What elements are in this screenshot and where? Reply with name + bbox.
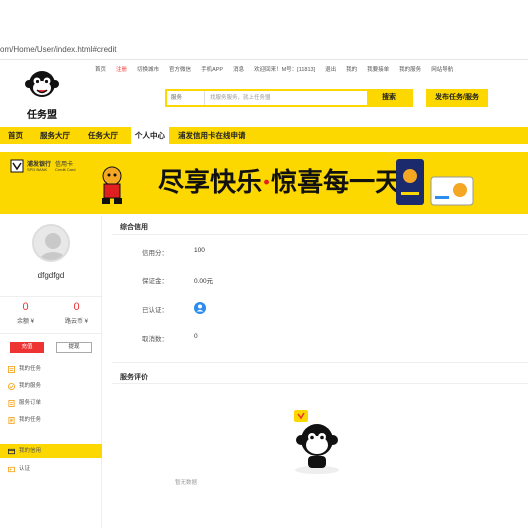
sidebar-item-label: 我的信用 [19,448,42,454]
balance-value: 0 [22,301,29,313]
slogan-dot: · [262,168,272,198]
search-bar: 服务 找服务服务，就上任务盟 搜索 [165,89,413,107]
user-sidebar: dfgdfgd 0 余额 ¥ 0 路云币 ¥ 充值 提现 我的任务 我的服务 服… [0,216,102,528]
coin-stat[interactable]: 0 路云币 ¥ [51,301,102,325]
topnav-city[interactable]: 切换城市 [132,63,164,77]
slogan-part-c: 惊喜每一天 [271,168,402,198]
person-verified-icon [196,304,204,312]
evaluation-section-title: 服务评价 [120,374,148,381]
document-icon [8,416,15,424]
cancel-count-label: 取消数： [142,336,168,343]
service-icon [8,382,15,390]
balance-label: 余额 ¥ [16,319,34,325]
sidebar-item-label: 我的任务 [19,366,42,372]
sidebar-item-my-tasks[interactable]: 我的任务 [8,363,98,375]
nav-service-hall[interactable]: 服务大厅 [40,127,70,144]
username: dfgdfgd [37,271,65,280]
search-category-select[interactable]: 服务 [167,91,205,105]
verified-badge-icon[interactable] [194,302,206,314]
withdraw-button[interactable]: 提现 [56,342,92,353]
credit-card-light-icon [430,176,474,206]
verified-label: 已认证： [142,307,168,314]
credit-icon [8,448,15,454]
sidebar-item-verify[interactable]: 认证 [8,463,98,475]
sidebar-item-my-tasks-2[interactable]: 我的任务 [8,414,98,426]
url-text[interactable]: om/Home/User/index.html#credit [0,45,116,54]
wallet-stats: 0 余额 ¥ 0 路云币 ¥ [0,296,102,334]
sidebar-item-label: 我的服务 [19,383,42,389]
main-nav: 首页 服务大厅 任务大厅 个人中心 浦发信用卡在线申请 [0,127,528,144]
card-sub: Credit Card [55,167,76,172]
credit-score-label: 信用分： [142,250,168,257]
topnav-welcome: 欢迎回来！M号：[11813] [254,67,316,73]
divider [112,234,528,235]
nav-credit-card-apply[interactable]: 浦发信用卡在线申请 [178,127,246,144]
sidebar-item-service-orders[interactable]: 服务订单 [8,397,98,409]
slogan-part-a: 尽享快乐 [158,168,263,198]
divider [112,362,528,363]
topnav-my-service[interactable]: 我的服务 [394,63,426,77]
coin-label: 路云币 ¥ [64,319,88,325]
tiger-mascot-icon [102,166,122,204]
topnav-logout[interactable]: 退出 [320,63,341,77]
topnav-wechat[interactable]: 官方微信 [164,63,196,77]
sidebar-item-label: 服务订单 [19,400,42,406]
empty-monkey-icon [294,410,339,474]
sidebar-item-label: 我的任务 [19,417,42,423]
topnav-mine[interactable]: 我的 [341,63,362,77]
task-list-icon [8,365,15,373]
nav-task-hall[interactable]: 任务大厅 [88,127,118,144]
top-nav: 首页 注册 切换城市 官方微信 手机APP 消息 欢迎回来！M号：[11813]… [90,63,528,77]
promo-banner[interactable]: 浦发银行 SPD BANK 信用卡 Credit Card 尽享快乐·惊喜每一天 [0,152,528,214]
avatar[interactable] [32,224,70,262]
order-icon [8,399,15,407]
topnav-app[interactable]: 手机APP [196,63,228,77]
deposit-value: 0.00元 [194,278,214,285]
user-avatar-icon [39,233,67,260]
coin-value: 0 [73,301,80,313]
banner-slogan: 尽享快乐·惊喜每一天 [158,162,401,199]
topnav-register[interactable]: 注册 [111,63,132,77]
divider [112,383,528,384]
cancel-count-value: 0 [194,333,198,340]
search-button[interactable]: 搜索 [367,91,411,105]
publish-button[interactable]: 发布任务/服务 [426,89,488,107]
sidebar-item-my-services[interactable]: 我的服务 [8,380,98,392]
sidebar-item-label: 认证 [19,466,31,472]
site-logo[interactable]: 任务盟 [18,66,66,121]
address-bar[interactable]: om/Home/User/index.html#credit [0,40,528,60]
monkey-logo-icon [25,71,59,97]
sidebar-item-my-credit[interactable]: 我的信用 [8,445,98,457]
topnav-sitemap[interactable]: 网站导航 [426,63,458,77]
bank-logo: 浦发银行 SPD BANK 信用卡 Credit Card [10,159,100,173]
search-input[interactable]: 找服务服务，就上任务盟 [205,91,367,105]
nav-home[interactable]: 首页 [8,127,23,144]
verify-icon [8,466,15,472]
credit-section-title: 综合信用 [120,224,148,231]
empty-state-text: 暂无数据 [175,480,198,486]
topnav-home[interactable]: 首页 [90,63,111,77]
bank-sub: SPD BANK [27,167,48,172]
topnav-take-order[interactable]: 我要接单 [362,63,394,77]
topnav-messages[interactable]: 消息 [228,63,249,77]
nav-personal-center[interactable]: 个人中心 [131,127,169,144]
credit-card-dark-icon [396,159,424,205]
recharge-button[interactable]: 充值 [10,342,44,353]
balance-stat[interactable]: 0 余额 ¥ [0,301,51,325]
deposit-label: 保证金： [142,278,168,285]
bank-emblem-icon [10,159,24,173]
logo-name: 任务盟 [27,110,57,121]
credit-score-value: 100 [194,247,205,254]
